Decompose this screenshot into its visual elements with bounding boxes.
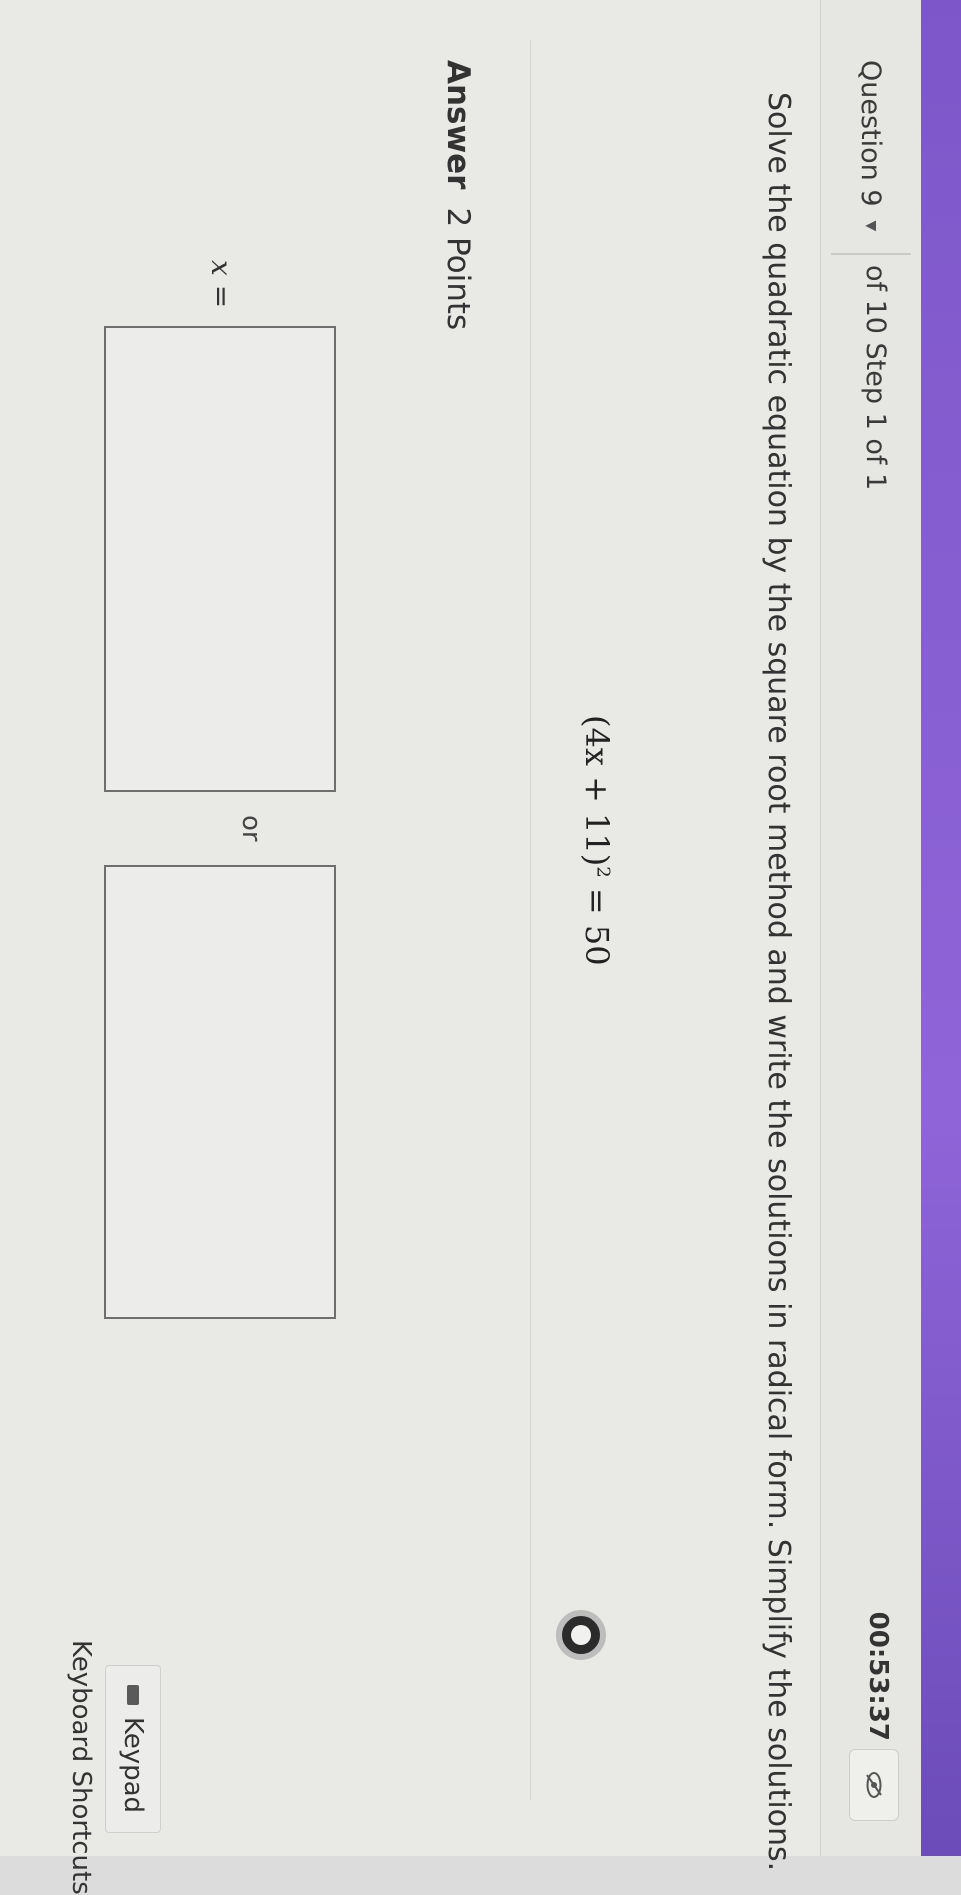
question-prompt: Solve the quadratic equation by the squa… — [761, 92, 796, 1872]
visibility-toggle-button[interactable] — [849, 1749, 899, 1821]
section-divider — [530, 40, 531, 1800]
spinner-icon — [556, 1610, 606, 1660]
or-label: or — [236, 815, 266, 842]
question-label: Question 9 — [855, 60, 887, 207]
timer: 00:53:37 — [863, 1611, 893, 1741]
header-bar: Question 9 ▼ of 10 Step 1 of 1 00:53:37 — [820, 0, 921, 1856]
step-info: of 10 Step 1 of 1 — [860, 265, 891, 491]
variable-label: x — [205, 260, 238, 276]
chevron-down-icon: ▼ — [863, 220, 879, 232]
eye-icon — [866, 1772, 882, 1798]
answer-label: Answer — [440, 60, 476, 190]
keypad-label: Keypad — [118, 1716, 148, 1814]
points-label: 2 Points — [440, 207, 476, 331]
keypad-button[interactable]: Keypad — [105, 1665, 161, 1833]
answer-input-2[interactable] — [104, 865, 336, 1319]
equation-rhs: = 50 — [578, 877, 616, 966]
x-equals-label: x = — [205, 260, 238, 308]
keyboard-icon — [127, 1684, 139, 1705]
question-panel: Question 9 ▼ of 10 Step 1 of 1 00:53:37 … — [0, 0, 921, 1895]
equation: (4x + 11)2 = 50 — [578, 715, 616, 966]
question-selector[interactable]: Question 9 ▼ — [831, 60, 911, 256]
equation-base: (4x + 11) — [578, 715, 616, 867]
equals-sign: = — [205, 275, 238, 309]
answer-heading: Answer 2 Points — [440, 60, 476, 330]
purple-side-strip — [921, 0, 961, 1856]
keyboard-shortcuts-link[interactable]: Keyboard Shortcuts — [66, 1640, 96, 1895]
equation-exponent: 2 — [592, 866, 614, 878]
answer-input-1[interactable] — [104, 326, 336, 792]
